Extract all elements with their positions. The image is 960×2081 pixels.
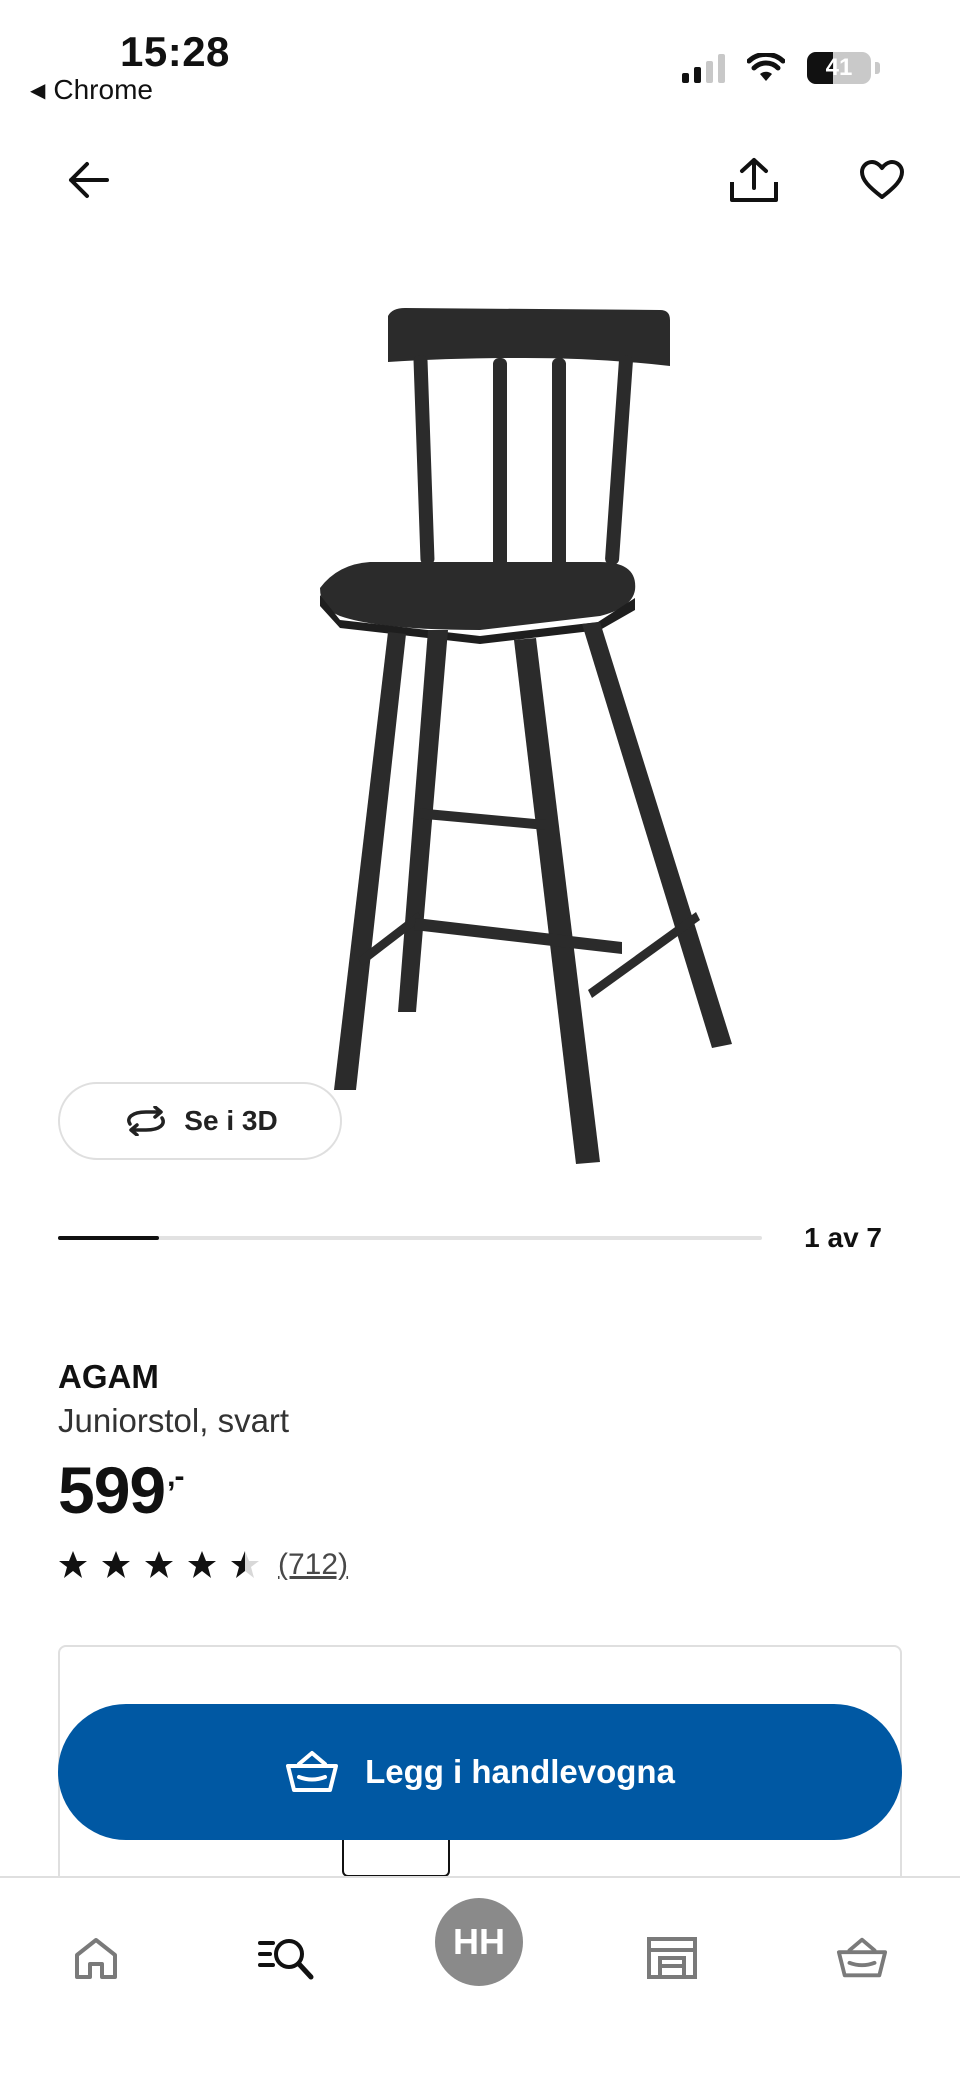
product-image[interactable]: [180, 300, 780, 1180]
product-top-nav: [0, 140, 960, 230]
nav-cart[interactable]: [822, 1918, 902, 1998]
star-icon: [59, 1551, 87, 1578]
battery-cap: [875, 62, 880, 74]
rating-count-link[interactable]: (712): [278, 1548, 348, 1582]
battery-level: 41: [825, 54, 853, 81]
arrow-left-icon: [69, 162, 109, 198]
bottom-navigation: HH: [0, 1876, 960, 2081]
share-icon: [730, 158, 778, 202]
store-icon: [647, 1937, 697, 1979]
cellular-signal-icon: [682, 53, 725, 83]
nav-search[interactable]: [246, 1918, 326, 1998]
status-icons: 41: [682, 52, 880, 84]
gallery-counter: 1 av 7: [804, 1222, 882, 1253]
rotate-3d-icon: [127, 1106, 166, 1136]
search-icon: [258, 1939, 314, 1980]
add-to-cart-button[interactable]: Legg i handlevogna: [58, 1704, 902, 1840]
cart-icon: [836, 1937, 888, 1978]
view-in-3d-button[interactable]: Se i 3D: [58, 1082, 342, 1160]
nav-account-avatar[interactable]: HH: [435, 1898, 523, 1986]
wifi-icon: [747, 53, 785, 81]
star-icon: [102, 1551, 130, 1578]
price-suffix: ,-: [167, 1460, 184, 1493]
back-to-app[interactable]: ◀ Chrome: [30, 74, 153, 106]
product-name: AGAM: [58, 1358, 159, 1395]
battery-icon: 41: [807, 52, 871, 84]
product-description: Juniorstol, svart: [58, 1402, 290, 1439]
back-button[interactable]: [52, 144, 124, 216]
rating-stars: [58, 1550, 260, 1580]
add-to-cart-label: Legg i handlevogna: [365, 1753, 675, 1790]
favourite-button[interactable]: [846, 144, 918, 216]
basket-icon: [286, 1751, 339, 1792]
price-value: 599: [58, 1453, 166, 1527]
gallery-progress-bar: [58, 1236, 762, 1240]
home-icon: [75, 1938, 117, 1979]
status-time: 15:28: [120, 28, 230, 75]
view-3d-label: Se i 3D: [184, 1105, 278, 1136]
gallery-progress-fill: [58, 1236, 159, 1240]
product-rating[interactable]: (712): [58, 1548, 348, 1582]
status-bar: 15:28 ◀ Chrome 41: [0, 0, 960, 110]
nav-home[interactable]: [56, 1918, 136, 1998]
star-icon: [145, 1551, 173, 1578]
nav-store[interactable]: [632, 1918, 712, 1998]
star-icon: [188, 1551, 216, 1578]
product-price: 599 ,-: [58, 1452, 184, 1528]
back-triangle-icon: ◀: [30, 79, 46, 102]
heart-icon: [860, 160, 904, 199]
share-button[interactable]: [718, 144, 790, 216]
star-icon: [231, 1551, 259, 1578]
back-app-label: Chrome: [53, 74, 153, 105]
